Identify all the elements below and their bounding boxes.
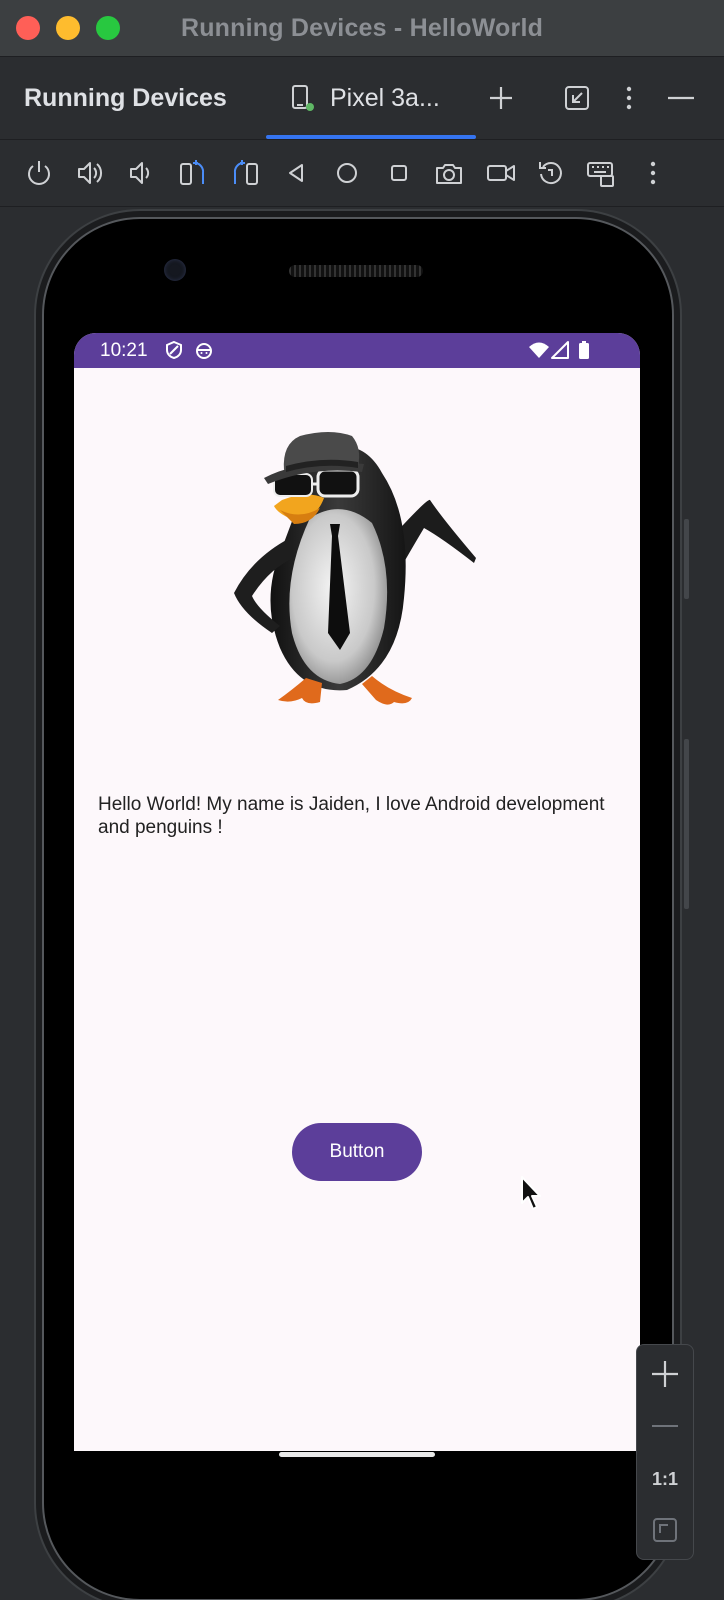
shield-icon [166, 340, 182, 360]
front-camera [164, 259, 186, 281]
tool-window-title: Running Devices [24, 84, 227, 112]
screenshot-icon[interactable] [434, 158, 464, 188]
volume-up-icon[interactable] [76, 158, 106, 188]
rotate-left-icon[interactable] [178, 158, 208, 188]
phone-frame: 10:21 Hello World! My name is Jaiden, I … [44, 219, 689, 1599]
phone-screen[interactable]: 10:21 Hello World! My name is Jaiden, I … [74, 333, 640, 1451]
device-display-area: 10:21 Hello World! My name is Jaiden, I … [0, 207, 724, 1600]
volume-down-icon[interactable] [126, 158, 156, 188]
actual-size-button[interactable]: 1:1 [637, 1469, 693, 1490]
signal-icon [551, 341, 569, 359]
restore-icon[interactable] [562, 83, 592, 113]
phone-side-button [684, 519, 689, 599]
more-vert-icon[interactable] [614, 83, 644, 113]
power-icon[interactable] [24, 158, 54, 188]
wifi-icon [529, 342, 549, 358]
zoom-controls: 1:1 [636, 1344, 694, 1560]
window-title-bar: Running Devices - HelloWorld [0, 0, 724, 57]
status-time: 10:21 [100, 340, 148, 361]
gesture-navigation-bar[interactable] [279, 1452, 435, 1457]
device-icon [292, 85, 314, 111]
hello-world-text: Hello World! My name is Jaiden, I love A… [98, 794, 605, 838]
device-toolbar [0, 140, 724, 207]
window-title: Running Devices - HelloWorld [180, 14, 544, 42]
device-tab-label: Pixel 3a... [330, 84, 440, 112]
zoom-out-icon[interactable] [637, 1401, 693, 1451]
battery-icon [579, 341, 589, 359]
home-icon[interactable] [332, 158, 362, 188]
phone-side-button [684, 739, 689, 909]
rotate-right-icon[interactable] [230, 158, 260, 188]
overview-icon[interactable] [384, 158, 414, 188]
back-icon[interactable] [282, 158, 312, 188]
tab-pixel-3a[interactable]: Pixel 3a... [266, 57, 476, 139]
tool-window-header: Running Devices Pixel 3a... [0, 57, 724, 140]
app-button[interactable]: Button [292, 1123, 422, 1181]
screen-record-icon[interactable] [486, 158, 516, 188]
zoom-in-icon[interactable] [637, 1349, 693, 1399]
mouse-cursor-icon [521, 1176, 541, 1210]
earpiece-speaker [289, 265, 423, 277]
more-vert-icon[interactable] [638, 158, 668, 188]
minimize-icon[interactable] [666, 83, 696, 113]
penguin-image [234, 432, 476, 705]
status-bar: 10:21 [74, 333, 640, 368]
keyboard-icon[interactable] [586, 158, 616, 188]
add-icon[interactable] [486, 83, 516, 113]
fit-screen-icon[interactable] [637, 1505, 693, 1555]
active-tab-indicator [266, 135, 476, 139]
reset-icon[interactable] [536, 158, 566, 188]
android-icon [196, 343, 212, 359]
